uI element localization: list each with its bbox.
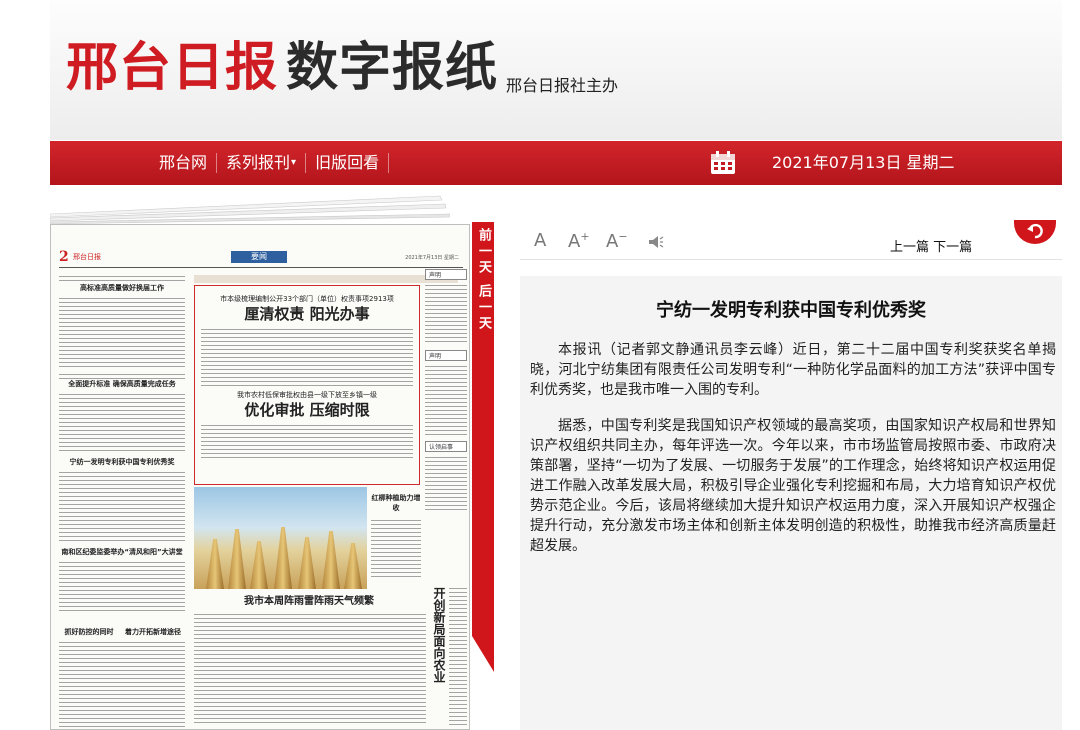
article-headline[interactable]: 着力开拓新增途径 xyxy=(121,627,185,637)
text-block xyxy=(425,456,467,512)
next-article-link[interactable]: 下一篇 xyxy=(933,240,972,255)
box-content: 市本级梳理编制公开33个部门（单位）权责事项2913项 厘清权责 阳光办事 我市… xyxy=(201,294,413,460)
page-number: 2 xyxy=(59,249,69,265)
masthead: 邢台日报 数字报纸 邢台日报社主办 xyxy=(50,0,1062,140)
font-down-label: A xyxy=(606,231,619,252)
article-paragraph: 本报讯（记者郭文静通讯员李云峰）近日，第二十二届中国专利奖获奖名单揭晓，河北宁纺… xyxy=(530,342,1056,398)
news-photo[interactable] xyxy=(194,487,367,589)
middle-top xyxy=(194,275,458,283)
article-title: 宁纺一发明专利获中国专利优秀奖 xyxy=(656,300,926,321)
notice-label: 声明 xyxy=(425,269,467,280)
section-label: 要闻 xyxy=(231,251,287,263)
text-block xyxy=(59,561,185,611)
font-size-decrease-button[interactable]: A− xyxy=(606,230,628,252)
nav-items: 邢台网 系列报刊▾ 旧版回看 xyxy=(150,141,390,185)
prev-article-link[interactable]: 上一篇 xyxy=(890,240,929,255)
wheat-stook xyxy=(344,543,362,589)
header-rule xyxy=(59,267,463,268)
text-block xyxy=(59,471,185,541)
notice-label: 认领启事 xyxy=(425,441,467,452)
prev-day-link[interactable]: 前一天 xyxy=(472,228,494,278)
highlight-box: 市本级梳理编制公开33个部门（单位）权责事项2913项 厘清权责 阳光办事 我市… xyxy=(194,285,420,485)
article-headline[interactable]: 我市本周阵雨雷阵雨天气频繁 xyxy=(194,597,424,607)
nav-link-series-label: 系列报刊 xyxy=(226,153,291,172)
text-block xyxy=(201,328,413,386)
article-headline[interactable]: 南和区纪委监委举办“清风和阳”大讲堂 xyxy=(59,547,185,557)
paper-stack-decoration xyxy=(50,195,450,225)
text-block xyxy=(201,424,413,460)
nav-link-series-dropdown[interactable]: 系列报刊▾ xyxy=(217,141,305,185)
next-day-link[interactable]: 后一天 xyxy=(472,284,494,334)
newspaper-header: 2 邢台日报 要闻 2021年7月13日 星期二 xyxy=(59,249,463,265)
article-headline-active[interactable]: 宁纺一发明专利获中国专利优秀奖 xyxy=(59,457,185,467)
text-block xyxy=(371,519,421,579)
logo-subtitle: 邢台日报社主办 xyxy=(506,76,619,95)
box-headline[interactable]: 优化审批 压缩时限 xyxy=(201,400,413,420)
text-block xyxy=(59,275,185,281)
photo-tag: 红柳种植助力增收 xyxy=(371,494,421,512)
photo-side: 红柳种植助力增收 xyxy=(371,493,421,579)
newspaper-masthead: 邢台日报 xyxy=(73,253,101,261)
speaker-icon[interactable] xyxy=(648,235,664,249)
wheat-stook xyxy=(322,531,340,589)
back-arrow-icon xyxy=(1027,223,1043,239)
article-paragraph: 据悉，中国专利奖是我国知识产权领域的最高奖项，由国家知识产权局和世界知识产权组织… xyxy=(530,418,1056,554)
nav-link-old-version[interactable]: 旧版回看 xyxy=(306,141,388,185)
page: 邢台日报 数字报纸 邢台日报社主办 邢台网 系列报刊▾ 旧版回看 2021年07… xyxy=(0,0,1080,730)
wheat-stook xyxy=(298,537,316,589)
font-normal-label: A xyxy=(534,230,547,251)
box-kicker: 我市农村低保审批权由县一级下放至乡镇一级 xyxy=(237,391,377,399)
box-headline[interactable]: 厘清权责 阳光办事 xyxy=(201,304,413,324)
text-block xyxy=(425,365,467,435)
text-block xyxy=(449,587,467,727)
banner-strip xyxy=(194,275,458,283)
wheat-stook xyxy=(274,527,292,589)
text-block xyxy=(194,613,426,725)
newspaper-date: 2021年7月13日 星期二 xyxy=(405,255,459,261)
wheat-stook xyxy=(228,529,246,589)
article-headline[interactable]: 全面提升标准 确保高质量完成任务 xyxy=(59,379,185,389)
logo-dark-text: 数字报纸 xyxy=(286,37,499,98)
left-column: 高标准高质量做好换届工作 全面提升标准 确保高质量完成任务 宁纺一发明专利获中国… xyxy=(59,275,185,611)
text-block xyxy=(59,297,185,367)
article-headline[interactable]: 抓好防控的同时 xyxy=(59,627,119,637)
article-headline[interactable]: 高标准高质量做好换届工作 xyxy=(59,283,185,293)
current-date: 2021年07月13日 星期二 xyxy=(772,153,955,172)
newspaper-page-thumbnail[interactable]: 2 邢台日报 要闻 2021年7月13日 星期二 高标准高质量做好换届工作 全面… xyxy=(50,224,470,730)
text-block xyxy=(59,393,185,451)
calendar-icon[interactable] xyxy=(710,151,736,175)
text-block xyxy=(59,641,185,727)
caret-down-icon: ▾ xyxy=(291,157,297,168)
vertical-headline[interactable]: 开创新局面向农业 xyxy=(431,587,448,717)
article-pager: 上一篇 下一篇 xyxy=(890,236,972,255)
right-column: 声明 声明 认领启事 xyxy=(425,269,467,512)
font-up-label: A xyxy=(568,231,581,252)
site-logo[interactable]: 邢台日报 数字报纸 邢台日报社主办 xyxy=(66,38,618,98)
text-block xyxy=(425,284,467,344)
article-toolbar: A A+ A− 上一篇 下一篇 xyxy=(520,224,1062,260)
nav-link-xingtai-net[interactable]: 邢台网 xyxy=(150,141,216,185)
box-kicker: 市本级梳理编制公开33个部门（单位）权责事项2913项 xyxy=(220,295,394,303)
wheat-stook xyxy=(206,539,224,589)
article-panel: 宁纺一发明专利获中国专利优秀奖 本报讯（记者郭文静通讯员李云峰）近日，第二十二届… xyxy=(520,276,1062,730)
notice-label: 声明 xyxy=(425,350,467,361)
font-size-increase-button[interactable]: A+ xyxy=(568,230,590,252)
logo-red-text: 邢台日报 xyxy=(66,37,279,98)
wheat-stook xyxy=(250,541,268,589)
nav-divider xyxy=(388,153,390,173)
article-body: 本报讯（记者郭文静通讯员李云峰）近日，第二十二届中国专利奖获奖名单揭晓，河北宁纺… xyxy=(530,340,1056,572)
nav-bar: 邢台网 系列报刊▾ 旧版回看 2021年07月13日 星期二 xyxy=(50,141,1062,185)
font-size-normal-button[interactable]: A xyxy=(534,230,546,251)
